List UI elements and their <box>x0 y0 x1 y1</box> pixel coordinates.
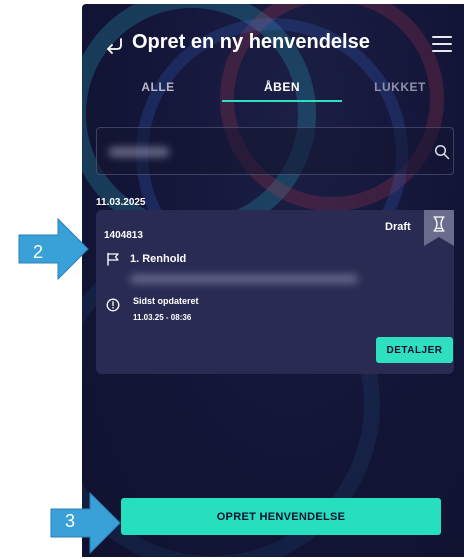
hamburger-menu-icon[interactable] <box>432 36 452 54</box>
task-name: 1. Renhold <box>130 253 187 265</box>
page-title: Opret en ny henvendelse <box>132 31 370 53</box>
date-heading: 11.03.2025 <box>96 197 146 208</box>
hourglass-icon <box>424 210 454 246</box>
step-3-number: 3 <box>65 511 76 531</box>
case-card[interactable]: 1404813 Draft 1. Renhold Sidst opdateret… <box>96 210 454 374</box>
search-icon[interactable] <box>434 144 450 160</box>
app-screen: Opret en ny henvendelse ALLE ÅBEN LUKKET… <box>82 4 464 557</box>
details-button[interactable]: DETALJER <box>376 337 453 363</box>
header: Opret en ny henvendelse <box>82 30 464 62</box>
flag-icon <box>107 252 119 266</box>
tab-bar: ALLE ÅBEN LUKKET <box>82 80 464 106</box>
create-request-button[interactable]: OPRET HENVENDELSE <box>121 498 441 535</box>
description-redacted-text <box>130 274 358 284</box>
step-2-number: 2 <box>33 242 44 262</box>
tab-lukket[interactable]: LUKKET <box>362 80 438 106</box>
search-redacted-text <box>109 147 169 157</box>
tab-alle[interactable]: ALLE <box>120 80 196 106</box>
back-arrow-icon[interactable] <box>104 36 124 54</box>
status-badge: Draft <box>385 221 411 233</box>
step-3-arrow <box>50 491 121 555</box>
step-3-callout: 3 <box>50 491 122 555</box>
tab-aaben[interactable]: ÅBEN <box>222 80 342 106</box>
active-tab-indicator <box>222 100 342 102</box>
step-2-callout: 2 <box>18 217 90 281</box>
updated-label: Sidst opdateret <box>133 296 199 306</box>
case-id: 1404813 <box>104 230 143 241</box>
search-input[interactable] <box>96 127 454 175</box>
clock-icon <box>106 298 120 312</box>
step-2-arrow <box>18 217 89 281</box>
updated-timestamp: 11.03.25 - 08:36 <box>133 313 192 322</box>
